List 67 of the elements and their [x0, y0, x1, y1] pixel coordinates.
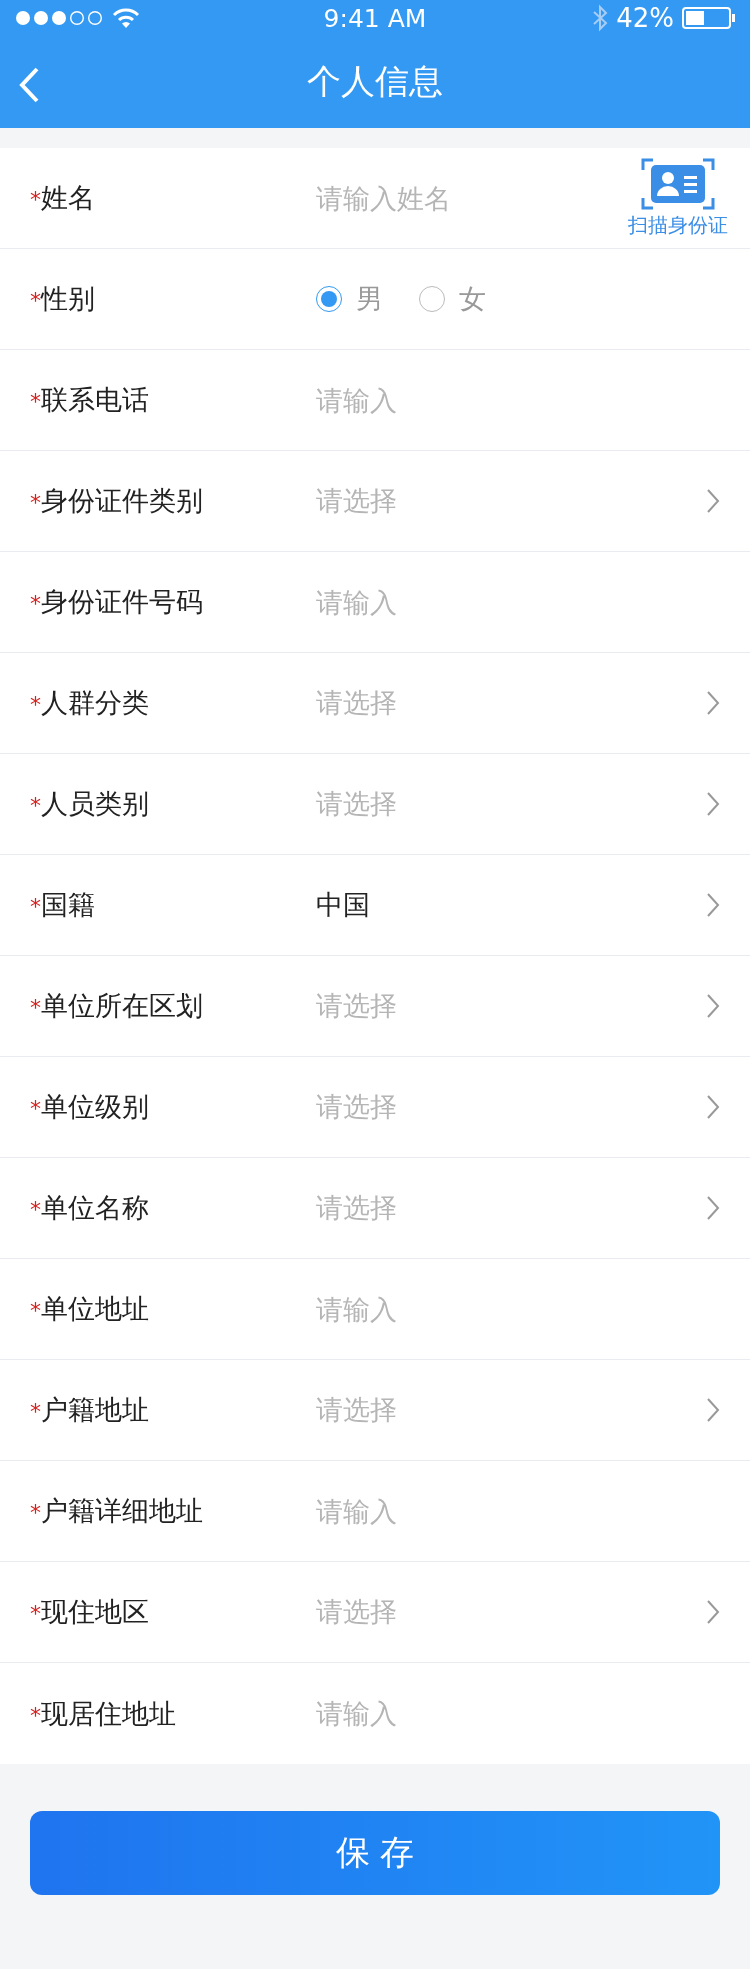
field-label: 人员类别: [41, 788, 149, 819]
chevron-right-icon: [706, 993, 720, 1019]
select-field[interactable]: 请选择: [316, 786, 397, 822]
page-title: 个人信息: [307, 60, 443, 103]
field-label: 现住地区: [41, 1596, 149, 1627]
select-field[interactable]: 请选择: [316, 483, 397, 519]
select-field[interactable]: 请选择: [316, 1190, 397, 1226]
required-mark: *: [30, 288, 41, 313]
chevron-right-icon: [706, 488, 720, 514]
wifi-icon: [112, 7, 140, 29]
scan-id-button[interactable]: 扫描身份证: [628, 158, 728, 239]
field-label: 单位地址: [41, 1293, 149, 1324]
required-mark: *: [30, 1096, 41, 1121]
chevron-right-icon: [706, 1599, 720, 1625]
chevron-right-icon: [706, 1397, 720, 1423]
field-label: 性别: [41, 283, 95, 314]
input-field[interactable]: 请输入姓名: [316, 182, 576, 214]
required-mark: *: [30, 793, 41, 818]
required-mark: *: [30, 1298, 41, 1323]
required-mark: *: [30, 692, 41, 717]
required-mark: *: [30, 187, 41, 212]
save-button[interactable]: 保 存: [30, 1811, 720, 1895]
required-mark: *: [30, 1601, 41, 1626]
field-label: 姓名: [41, 182, 95, 213]
input-field[interactable]: 请输入: [316, 1698, 576, 1729]
select-field[interactable]: 请选择: [316, 1594, 397, 1630]
field-label: 单位级别: [41, 1091, 149, 1122]
select-field[interactable]: 请选择: [316, 1392, 397, 1428]
radio-label[interactable]: 男: [356, 281, 383, 317]
chevron-right-icon: [706, 690, 720, 716]
required-mark: *: [30, 490, 41, 515]
status-time: 9:41 AM: [323, 3, 427, 33]
select-field[interactable]: 请选择: [316, 685, 397, 721]
required-mark: *: [30, 894, 41, 919]
field-label: 现居住地址: [41, 1697, 176, 1729]
required-mark: *: [30, 1500, 41, 1525]
field-label: 人群分类: [41, 687, 149, 718]
battery-icon: [682, 6, 736, 30]
field-label: 单位名称: [41, 1192, 149, 1223]
input-field[interactable]: 请输入: [316, 1293, 576, 1325]
required-mark: *: [30, 1399, 41, 1424]
input-field[interactable]: 请输入: [316, 1495, 576, 1527]
field-label: 身份证件类别: [41, 485, 203, 516]
chevron-right-icon: [706, 892, 720, 918]
chevron-right-icon: [706, 1094, 720, 1120]
field-label: 身份证件号码: [41, 586, 203, 617]
field-label: 单位所在区划: [41, 990, 203, 1021]
battery-percent: 42%: [616, 3, 674, 33]
field-label: 户籍详细地址: [41, 1495, 203, 1526]
chevron-right-icon: [706, 1195, 720, 1221]
select-field[interactable]: 请选择: [316, 988, 397, 1024]
bluetooth-icon: [592, 4, 609, 32]
required-mark: *: [30, 995, 41, 1020]
field-label: 联系电话: [41, 384, 149, 415]
field-label: 户籍地址: [41, 1394, 149, 1425]
select-field[interactable]: 中国: [316, 887, 370, 923]
input-field[interactable]: 请输入: [316, 586, 576, 618]
input-field[interactable]: 请输入: [316, 384, 576, 416]
chevron-right-icon: [706, 791, 720, 817]
required-mark: *: [30, 389, 41, 414]
field-label: 国籍: [41, 889, 95, 920]
required-mark: *: [30, 591, 41, 616]
required-mark: *: [30, 1702, 41, 1728]
required-mark: *: [30, 1197, 41, 1222]
radio-label[interactable]: 女: [459, 281, 486, 317]
signal-icon: [14, 9, 104, 27]
select-field[interactable]: 请选择: [316, 1089, 397, 1125]
